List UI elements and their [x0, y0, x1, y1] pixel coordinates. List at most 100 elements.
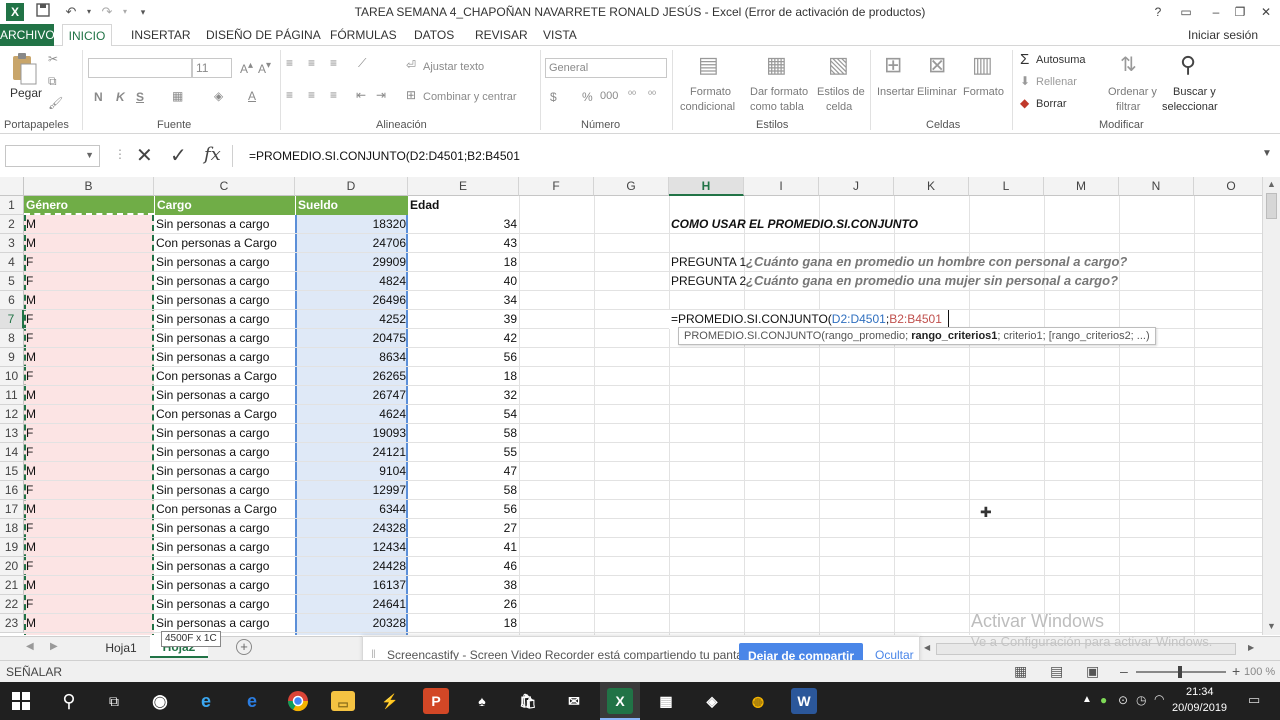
- cell-cargo[interactable]: Sin personas a cargo: [154, 215, 295, 234]
- row-header[interactable]: 12: [0, 405, 24, 424]
- sheet-tab-hoja1[interactable]: Hoja1: [92, 637, 150, 659]
- cell-genero[interactable]: F: [24, 424, 154, 443]
- cell-genero[interactable]: M: [24, 614, 154, 633]
- cell-genero[interactable]: M: [24, 500, 154, 519]
- notifications-icon[interactable]: ▭: [1248, 692, 1260, 708]
- scroll-down-icon[interactable]: ▼: [1267, 621, 1276, 631]
- tab-revisar[interactable]: REVISAR: [475, 24, 528, 46]
- row-header[interactable]: 14: [0, 443, 24, 462]
- calculator-icon[interactable]: ▦: [653, 688, 679, 714]
- cell-edad[interactable]: 41: [408, 538, 519, 557]
- cell-sueldo[interactable]: 26496: [295, 291, 408, 310]
- cell-edad[interactable]: 56: [408, 348, 519, 367]
- cell-sueldo[interactable]: 9104: [295, 462, 408, 481]
- percent-button[interactable]: %: [582, 90, 593, 104]
- clear-icon[interactable]: ◆: [1020, 96, 1029, 110]
- cell-edad[interactable]: 34: [408, 291, 519, 310]
- column-header-e[interactable]: E: [408, 177, 519, 196]
- cell-sueldo[interactable]: 12997: [295, 481, 408, 500]
- cell-genero[interactable]: M: [24, 215, 154, 234]
- row-header[interactable]: 6: [0, 291, 24, 310]
- column-header-b[interactable]: B: [24, 177, 154, 196]
- cell-cargo[interactable]: Sin personas a cargo: [154, 557, 295, 576]
- cell-genero[interactable]: M: [24, 291, 154, 310]
- format-as-table-label-2[interactable]: como tabla: [750, 101, 804, 113]
- cancel-icon[interactable]: ✕: [136, 143, 153, 168]
- decrease-indent-icon[interactable]: ⇤: [356, 88, 366, 102]
- prev-sheet-icon[interactable]: ◀: [26, 641, 34, 652]
- search-icon[interactable]: ⚲: [56, 688, 82, 714]
- cell-sueldo[interactable]: 18320: [295, 215, 408, 234]
- restore-button[interactable]: ❐: [1228, 2, 1252, 22]
- row-header[interactable]: 20: [0, 557, 24, 576]
- powerpoint-icon[interactable]: P: [423, 688, 449, 714]
- cell-sueldo[interactable]: 24428: [295, 557, 408, 576]
- delete-cells-button[interactable]: Eliminar: [917, 86, 957, 98]
- cell-genero[interactable]: M: [24, 538, 154, 557]
- column-header-d[interactable]: D: [295, 177, 408, 196]
- orientation-icon[interactable]: ⟋: [358, 56, 366, 71]
- currency-icon[interactable]: $: [550, 90, 557, 104]
- question-2-label[interactable]: PREGUNTA 2: [669, 272, 748, 291]
- cut-icon[interactable]: ✂: [48, 52, 58, 66]
- expand-formula-icon[interactable]: ▼: [1262, 148, 1272, 159]
- cell-cargo[interactable]: Sin personas a cargo: [154, 538, 295, 557]
- format-painter-icon[interactable]: 🖌: [48, 96, 63, 110]
- wifi-icon[interactable]: ◠: [1154, 692, 1164, 706]
- grow-font-icon[interactable]: A▴: [240, 60, 253, 76]
- row-header[interactable]: 7: [0, 310, 24, 329]
- cell-edad[interactable]: 43: [408, 234, 519, 253]
- column-header-h[interactable]: H: [669, 177, 744, 196]
- row-header[interactable]: 15: [0, 462, 24, 481]
- conditional-format-label-2[interactable]: condicional: [680, 101, 735, 113]
- question-1-label[interactable]: PREGUNTA 1: [669, 253, 748, 272]
- paste-icon[interactable]: [10, 52, 38, 86]
- paste-button[interactable]: Pegar: [10, 86, 42, 100]
- tab-inicio[interactable]: INICIO: [62, 24, 112, 47]
- row-header[interactable]: 1: [0, 196, 24, 215]
- hscroll-right-icon[interactable]: ▶: [1248, 643, 1254, 652]
- clock-time[interactable]: 21:34: [1186, 686, 1214, 698]
- cell-sueldo[interactable]: 26747: [295, 386, 408, 405]
- row-header[interactable]: 18: [0, 519, 24, 538]
- store-icon[interactable]: 🛍: [515, 688, 541, 714]
- increase-indent-icon[interactable]: ⇥: [376, 88, 386, 102]
- drag-handle-icon[interactable]: ‖: [371, 647, 376, 661]
- tab-diseno-pagina[interactable]: DISEÑO DE PÁGINA: [206, 24, 321, 46]
- cell-cargo[interactable]: Sin personas a cargo: [154, 519, 295, 538]
- cell-genero[interactable]: M: [24, 462, 154, 481]
- sort-filter-icon[interactable]: ⇅: [1120, 52, 1137, 77]
- cell-edad[interactable]: 18: [408, 253, 519, 272]
- cell-edad[interactable]: 26: [408, 595, 519, 614]
- cell-genero[interactable]: F: [24, 443, 154, 462]
- increase-decimal-icon[interactable]: ⁰⁰: [628, 90, 636, 101]
- cell-sueldo[interactable]: 24328: [295, 519, 408, 538]
- cell-sueldo[interactable]: 19093: [295, 424, 408, 443]
- cell-genero[interactable]: F: [24, 519, 154, 538]
- column-header-k[interactable]: K: [894, 177, 969, 196]
- cell-genero[interactable]: F: [24, 272, 154, 291]
- cell-genero[interactable]: M: [24, 386, 154, 405]
- mail-icon[interactable]: ✉: [561, 688, 587, 714]
- sort-filter-button[interactable]: Ordenar y: [1108, 86, 1157, 98]
- word-icon[interactable]: W: [791, 688, 817, 714]
- redo-icon[interactable]: ↷: [98, 3, 116, 21]
- chevron-down-icon[interactable]: ▼: [85, 150, 94, 160]
- header-edad[interactable]: Edad: [408, 196, 519, 215]
- zoom-slider[interactable]: [1136, 666, 1226, 678]
- formula-input[interactable]: =PROMEDIO.SI.CONJUNTO(D2:D4501;B2:B4501: [232, 145, 1252, 167]
- media-app-icon[interactable]: ◉: [147, 688, 173, 714]
- cell-cargo[interactable]: Con personas a Cargo: [154, 367, 295, 386]
- zoom-out-icon[interactable]: –: [1120, 663, 1128, 679]
- tab-datos[interactable]: DATOS: [414, 24, 454, 46]
- scroll-thumb[interactable]: [1266, 193, 1277, 219]
- worksheet-grid[interactable]: B C D E F G H I J K L M N O 1 Género Car…: [0, 177, 1262, 635]
- column-header-i[interactable]: I: [744, 177, 819, 196]
- chrome-app-icon[interactable]: ◍: [745, 688, 771, 714]
- delete-cells-icon[interactable]: ⊠: [928, 52, 946, 78]
- borders-icon[interactable]: ▦: [172, 89, 183, 103]
- cell-edad[interactable]: 54: [408, 405, 519, 424]
- cell-genero[interactable]: F: [24, 367, 154, 386]
- fill-icon[interactable]: ⬇: [1020, 74, 1030, 88]
- align-bottom-icon[interactable]: ≡: [330, 56, 337, 70]
